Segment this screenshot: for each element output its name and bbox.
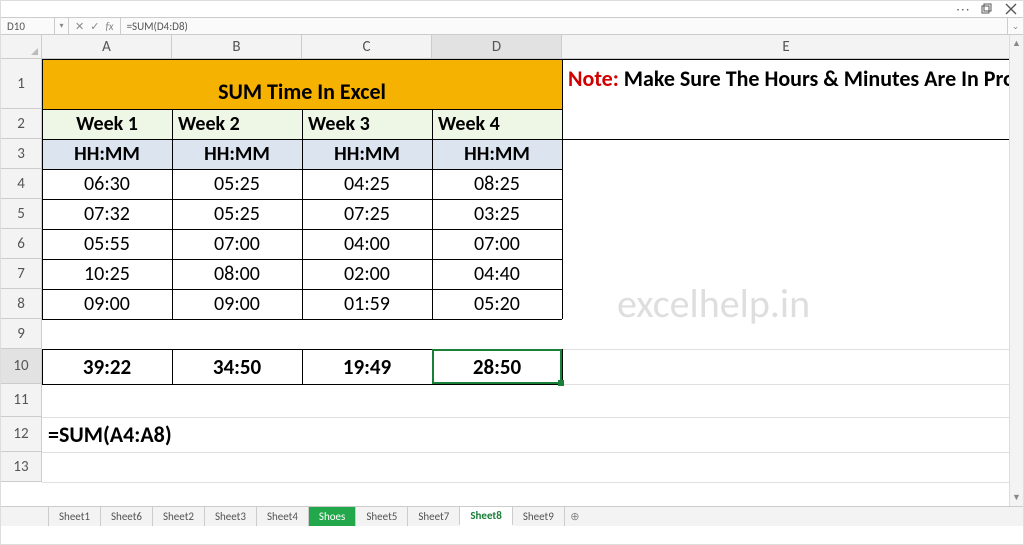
new-sheet-icon[interactable]: ⊕ (565, 507, 585, 526)
row-header-4[interactable]: 4 (1, 169, 42, 199)
title-bar: ··· (1, 1, 1023, 17)
cell-B7[interactable]: 08:00 (172, 259, 302, 289)
cell-B6[interactable]: 07:00 (172, 229, 302, 259)
cell-B4[interactable]: 05:25 (172, 169, 302, 199)
name-box[interactable]: D10 (1, 18, 55, 34)
row-header-10[interactable]: 10 (1, 349, 42, 384)
cell-A10[interactable]: 39:22 (42, 349, 172, 384)
row-header-8[interactable]: 8 (1, 289, 42, 319)
note-label: Note: (568, 65, 619, 92)
sheet-tabs-bar: Sheet1 Sheet6 Sheet2 Sheet3 Sheet4 Shoes… (1, 506, 1023, 526)
cell-A6[interactable]: 05:55 (42, 229, 172, 259)
cell-A5[interactable]: 07:32 (42, 199, 172, 229)
cell-C8[interactable]: 01:59 (302, 289, 432, 319)
cell-A2[interactable]: Week 1 (42, 109, 172, 139)
select-all-corner[interactable] (1, 35, 42, 59)
cell-D3[interactable]: HH:MM (432, 139, 562, 169)
row-header-6[interactable]: 6 (1, 229, 42, 259)
cell-B3[interactable]: HH:MM (172, 139, 302, 169)
cell-C6[interactable]: 04:00 (302, 229, 432, 259)
col-header-D[interactable]: D (432, 35, 562, 59)
row-header-12[interactable]: 12 (1, 417, 42, 452)
sheet-tab[interactable]: Sheet9 (512, 507, 565, 526)
sheet-tab-active[interactable]: Sheet8 (459, 507, 513, 526)
cell-D10[interactable]: 28:50 (432, 349, 562, 384)
cell-C5[interactable]: 07:25 (302, 199, 432, 229)
cell-D7[interactable]: 04:40 (432, 259, 562, 289)
cell-A12[interactable]: =SUM(A4:A8) (42, 417, 342, 452)
cell-B10[interactable]: 34:50 (172, 349, 302, 384)
fx-icon[interactable]: fx (105, 20, 113, 33)
cell-C3[interactable]: HH:MM (302, 139, 432, 169)
cell-B5[interactable]: 05:25 (172, 199, 302, 229)
sheet-tab[interactable]: Sheet3 (204, 507, 257, 526)
cell-title[interactable]: SUM Time In Excel (42, 59, 562, 109)
row-header-1[interactable]: 1 (1, 59, 42, 109)
formula-input[interactable]: =SUM(D4:D8) (121, 18, 1007, 34)
sheet-tab[interactable]: Shoes (308, 507, 356, 526)
expand-formula-bar-icon[interactable]: ⌄ (1007, 18, 1023, 34)
cell-C2[interactable]: Week 3 (302, 109, 432, 139)
cell-C10[interactable]: 19:49 (302, 349, 432, 384)
col-header-A[interactable]: A (42, 35, 172, 59)
sheet-tab[interactable]: Sheet1 (48, 507, 101, 526)
cell-B8[interactable]: 09:00 (172, 289, 302, 319)
col-header-C[interactable]: C (302, 35, 432, 59)
name-box-dropdown-icon[interactable]: ▾ (55, 18, 69, 34)
note-text: Make Sure The Hours & Minutes Are In Pro… (619, 65, 1024, 92)
spreadsheet-grid[interactable]: A B C D E 1 2 3 4 5 6 7 8 9 10 11 12 13 (1, 35, 1023, 526)
restore-icon[interactable] (979, 2, 995, 16)
row-header-11[interactable]: 11 (1, 384, 42, 417)
cell-D8[interactable]: 05:20 (432, 289, 562, 319)
cancel-formula-icon[interactable]: ✕ (75, 20, 84, 33)
scroll-down-icon[interactable]: ▼ (1012, 492, 1021, 503)
cell-D6[interactable]: 07:00 (432, 229, 562, 259)
row-header-2[interactable]: 2 (1, 109, 42, 139)
watermark: excelhelp.in (617, 279, 810, 328)
col-header-B[interactable]: B (172, 35, 302, 59)
vertical-scrollbar[interactable]: ▲ ▼ (1009, 35, 1023, 506)
sheet-tab[interactable]: Sheet7 (407, 507, 460, 526)
cell-E1[interactable]: Note: Make Sure The Hours & Minutes Are … (562, 59, 1011, 139)
row-header-7[interactable]: 7 (1, 259, 42, 289)
cell-A3[interactable]: HH:MM (42, 139, 172, 169)
sheet-tab[interactable]: Sheet5 (355, 507, 408, 526)
cell-A4[interactable]: 06:30 (42, 169, 172, 199)
cell-B2[interactable]: Week 2 (172, 109, 302, 139)
scroll-up-icon[interactable]: ▲ (1012, 38, 1021, 49)
cell-D5[interactable]: 03:25 (432, 199, 562, 229)
sheet-tab[interactable]: Sheet2 (152, 507, 205, 526)
row-header-3[interactable]: 3 (1, 139, 42, 169)
cell-D2[interactable]: Week 4 (432, 109, 562, 139)
accept-formula-icon[interactable]: ✓ (90, 20, 99, 33)
sheet-tab[interactable]: Sheet6 (100, 507, 153, 526)
cell-A7[interactable]: 10:25 (42, 259, 172, 289)
cell-D4[interactable]: 08:25 (432, 169, 562, 199)
row-header-5[interactable]: 5 (1, 199, 42, 229)
more-icon[interactable]: ··· (957, 3, 971, 16)
cell-A8[interactable]: 09:00 (42, 289, 172, 319)
formula-bar: D10 ▾ ✕ ✓ fx =SUM(D4:D8) ⌄ (1, 17, 1023, 35)
row-header-9[interactable]: 9 (1, 319, 42, 349)
row-header-13[interactable]: 13 (1, 452, 42, 482)
col-header-E[interactable]: E (562, 35, 1011, 59)
sheet-tab[interactable]: Sheet4 (256, 507, 309, 526)
cell-C7[interactable]: 02:00 (302, 259, 432, 289)
close-icon[interactable] (1003, 2, 1019, 16)
cell-C4[interactable]: 04:25 (302, 169, 432, 199)
